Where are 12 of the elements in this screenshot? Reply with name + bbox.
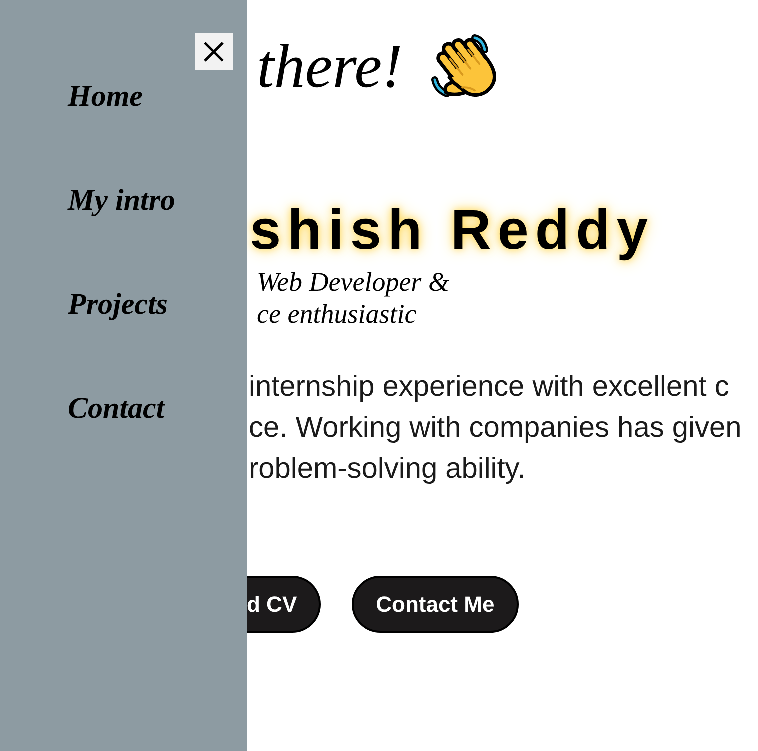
contact-button[interactable]: Contact Me bbox=[352, 576, 519, 633]
tagline-text: Web Developer & ce enthusiastic bbox=[257, 266, 450, 330]
nav-link[interactable]: Home bbox=[68, 77, 143, 117]
nav-link[interactable]: My intro bbox=[68, 181, 176, 221]
greeting-heading: there! bbox=[257, 32, 403, 103]
name-heading: shish Reddy bbox=[250, 200, 654, 260]
download-cv-button[interactable]: d CV bbox=[247, 576, 322, 633]
close-button[interactable] bbox=[195, 33, 233, 70]
nav-link[interactable]: Contact bbox=[68, 389, 165, 429]
intro-text: internship experience with excellent c ce. Working with companies has given roblem-solving ability. bbox=[249, 370, 742, 487]
nav-link[interactable]: Projects bbox=[68, 285, 168, 325]
close-icon bbox=[202, 40, 226, 64]
